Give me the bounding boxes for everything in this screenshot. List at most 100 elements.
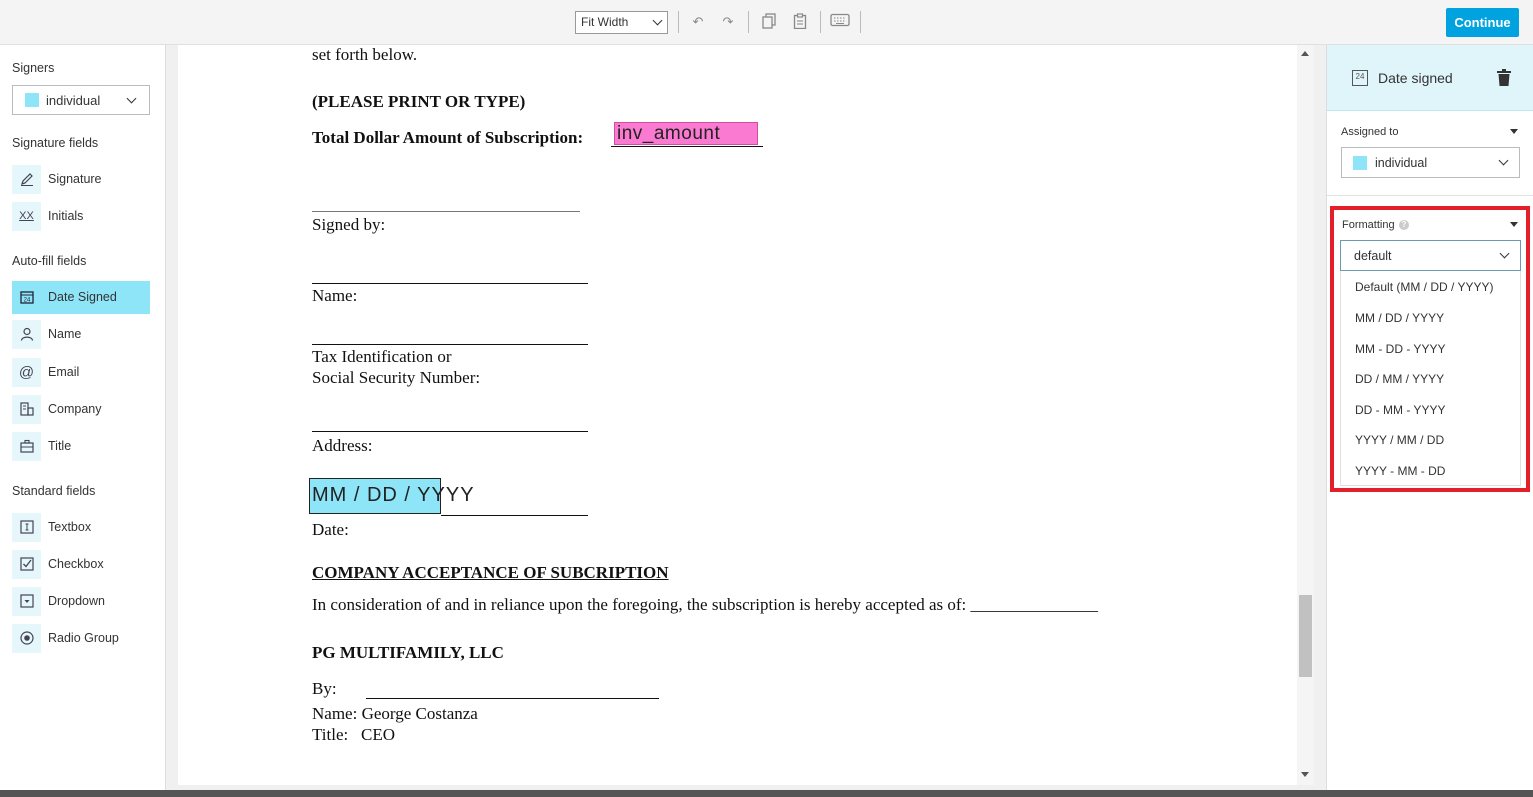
textbox-icon: [12, 513, 41, 542]
amount-underline: [611, 146, 763, 147]
field-label: Name: [48, 327, 82, 341]
doc-text: Title: CEO: [312, 725, 395, 744]
field-signature[interactable]: Signature: [12, 163, 150, 196]
doc-text: Name:: [312, 286, 358, 305]
field-radio-group[interactable]: Radio Group: [12, 622, 150, 655]
date-field-placeholder: MM / DD / YYYY: [312, 484, 475, 506]
calendar-icon: 24: [1352, 70, 1368, 86]
format-option[interactable]: DD - MM - YYYY: [1355, 403, 1445, 417]
field-title[interactable]: Title: [12, 430, 150, 463]
assigned-to-label: Assigned to: [1341, 126, 1399, 138]
toolbar-divider: [860, 11, 861, 33]
signature-fields-heading: Signature fields: [12, 136, 99, 150]
paste-icon[interactable]: [791, 13, 809, 31]
format-option[interactable]: MM - DD - YYYY: [1355, 342, 1445, 356]
inv-amount-field[interactable]: inv_amount: [614, 122, 758, 145]
format-option[interactable]: YYYY / MM / DD: [1355, 433, 1444, 447]
field-dropdown[interactable]: Dropdown: [12, 585, 150, 618]
person-icon: [12, 320, 41, 349]
scrollbar-thumb[interactable]: [1299, 595, 1312, 677]
collapse-icon[interactable]: [1510, 222, 1518, 227]
field-label: Company: [48, 402, 102, 416]
field-checkbox[interactable]: Checkbox: [12, 548, 150, 581]
building-icon: [12, 395, 41, 424]
doc-text: Social Security Number:: [312, 368, 481, 387]
signer-color-swatch: [1353, 156, 1367, 170]
doc-text: set forth below.: [312, 45, 418, 64]
field-initials[interactable]: XX Initials: [12, 200, 150, 233]
chevron-down-icon: [1498, 155, 1509, 166]
field-textbox[interactable]: Textbox: [12, 511, 150, 544]
formatting-select[interactable]: default: [1340, 240, 1521, 271]
toolbar-divider: [748, 11, 749, 33]
initials-icon: XX: [12, 202, 41, 231]
section-divider: [1327, 195, 1533, 196]
format-option[interactable]: Default (MM / DD / YYYY): [1355, 280, 1493, 294]
briefcase-icon: [12, 432, 41, 461]
zoom-select[interactable]: Fit Width: [575, 11, 668, 34]
chevron-down-icon: [126, 93, 137, 104]
undo-icon[interactable]: ↶: [689, 13, 707, 31]
tax-line: [312, 344, 588, 345]
field-date-signed[interactable]: 24 Date Signed: [12, 281, 150, 314]
formatting-options-list: Default (MM / DD / YYYY) MM / DD / YYYY …: [1340, 271, 1521, 486]
doc-text: PG MULTIFAMILY, LLC: [312, 643, 504, 662]
field-label: Initials: [48, 209, 84, 223]
signature-line: [312, 211, 580, 212]
field-label: Date Signed: [48, 290, 117, 304]
pen-icon: [12, 165, 41, 194]
scroll-down-icon[interactable]: [1301, 772, 1309, 777]
signer-value: individual: [46, 93, 101, 108]
signer-select[interactable]: individual: [12, 85, 150, 115]
help-icon[interactable]: ?: [1399, 220, 1409, 230]
at-icon: @: [12, 358, 41, 387]
redo-icon[interactable]: ↷: [719, 13, 737, 31]
field-label: Signature: [48, 172, 102, 186]
continue-button[interactable]: Continue: [1446, 8, 1519, 37]
format-option[interactable]: YYYY - MM - DD: [1355, 464, 1445, 478]
trash-icon[interactable]: [1497, 69, 1511, 86]
field-title: Date signed: [1378, 70, 1453, 86]
signers-heading: Signers: [12, 61, 55, 75]
assigned-to-select[interactable]: individual: [1341, 147, 1520, 178]
toolbar-divider: [678, 11, 679, 33]
assigned-value: individual: [1375, 156, 1428, 170]
field-label: Title: [48, 439, 72, 453]
format-option[interactable]: MM / DD / YYYY: [1355, 311, 1444, 325]
checkbox-icon: [12, 550, 41, 579]
doc-text: By:: [312, 679, 337, 698]
doc-text: Total Dollar Amount of Subscription:: [312, 128, 584, 147]
calendar-icon: 24: [12, 283, 41, 312]
name-line: [312, 283, 588, 284]
field-company[interactable]: Company: [12, 393, 150, 426]
formatting-label: Formatting: [1342, 219, 1395, 231]
field-label: Checkbox: [48, 557, 104, 571]
top-toolbar: Fit Width ↶ ↷ Continue: [0, 0, 1533, 45]
field-properties-header: 24 Date signed: [1327, 45, 1533, 111]
chevron-down-icon: [652, 15, 663, 26]
field-label: Textbox: [48, 520, 92, 534]
by-line: [366, 698, 659, 699]
field-label: Email: [48, 365, 80, 379]
copy-icon[interactable]: [760, 13, 778, 31]
date-line: [441, 515, 588, 516]
toolbar-divider: [820, 11, 821, 33]
dropdown-icon: [12, 587, 41, 616]
formatting-value: default: [1354, 249, 1392, 263]
svg-text:24: 24: [23, 298, 30, 304]
keyboard-icon[interactable]: [830, 13, 850, 31]
field-name[interactable]: Name: [12, 318, 150, 351]
field-email[interactable]: @ Email: [12, 356, 150, 389]
standard-fields-heading: Standard fields: [12, 484, 96, 498]
doc-heading: COMPANY ACCEPTANCE OF SUBCRIPTION: [312, 563, 669, 582]
document-page: [178, 45, 1297, 785]
address-line: [312, 431, 588, 432]
field-label: Dropdown: [48, 594, 105, 608]
fields-panel: Signers individual Signature fields Sign…: [0, 45, 166, 790]
collapse-icon[interactable]: [1510, 129, 1518, 134]
format-option[interactable]: DD / MM / YYYY: [1355, 372, 1444, 386]
doc-text: Address:: [312, 436, 373, 455]
radio-icon: [12, 624, 41, 653]
scroll-up-icon[interactable]: [1301, 51, 1309, 56]
doc-text: Signed by:: [312, 215, 386, 234]
